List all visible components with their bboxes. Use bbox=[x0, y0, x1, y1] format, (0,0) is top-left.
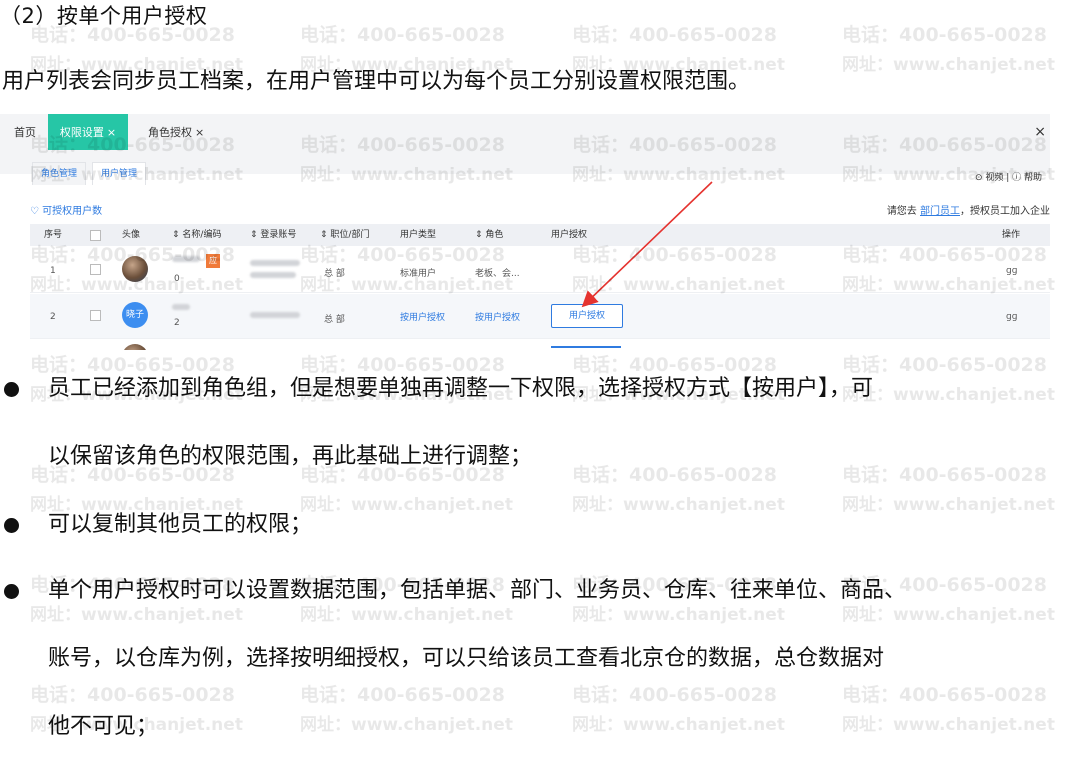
bullet-dot bbox=[4, 518, 19, 533]
intro-paragraph: 用户列表会同步员工档案，在用户管理中可以为每个员工分别设置权限范围。 bbox=[2, 69, 751, 94]
bullet-text: 可以复制其他员工的权限； bbox=[48, 512, 313, 537]
bullet-text: 单个用户授权时可以设置数据范围，包括单据、部门、业务员、仓库、往来单位、商品、 … bbox=[48, 578, 907, 739]
bullet-dot bbox=[4, 382, 19, 397]
section-heading: （2）按单个用户授权 bbox=[0, 4, 208, 28]
embedded-screenshot: 首页 权限设置 × 角色授权 × × 角色管理 用户管理 ⊙ 视频 | ⓘ 帮助 ♡… bbox=[0, 114, 1050, 350]
bullet-text: 员工已经添加到角色组，但是想要单独再调整一下权限，选择授权方式【按用户】，可 以… bbox=[48, 376, 874, 469]
annotation-arrow bbox=[581, 181, 713, 308]
bullet-dot bbox=[4, 584, 19, 599]
